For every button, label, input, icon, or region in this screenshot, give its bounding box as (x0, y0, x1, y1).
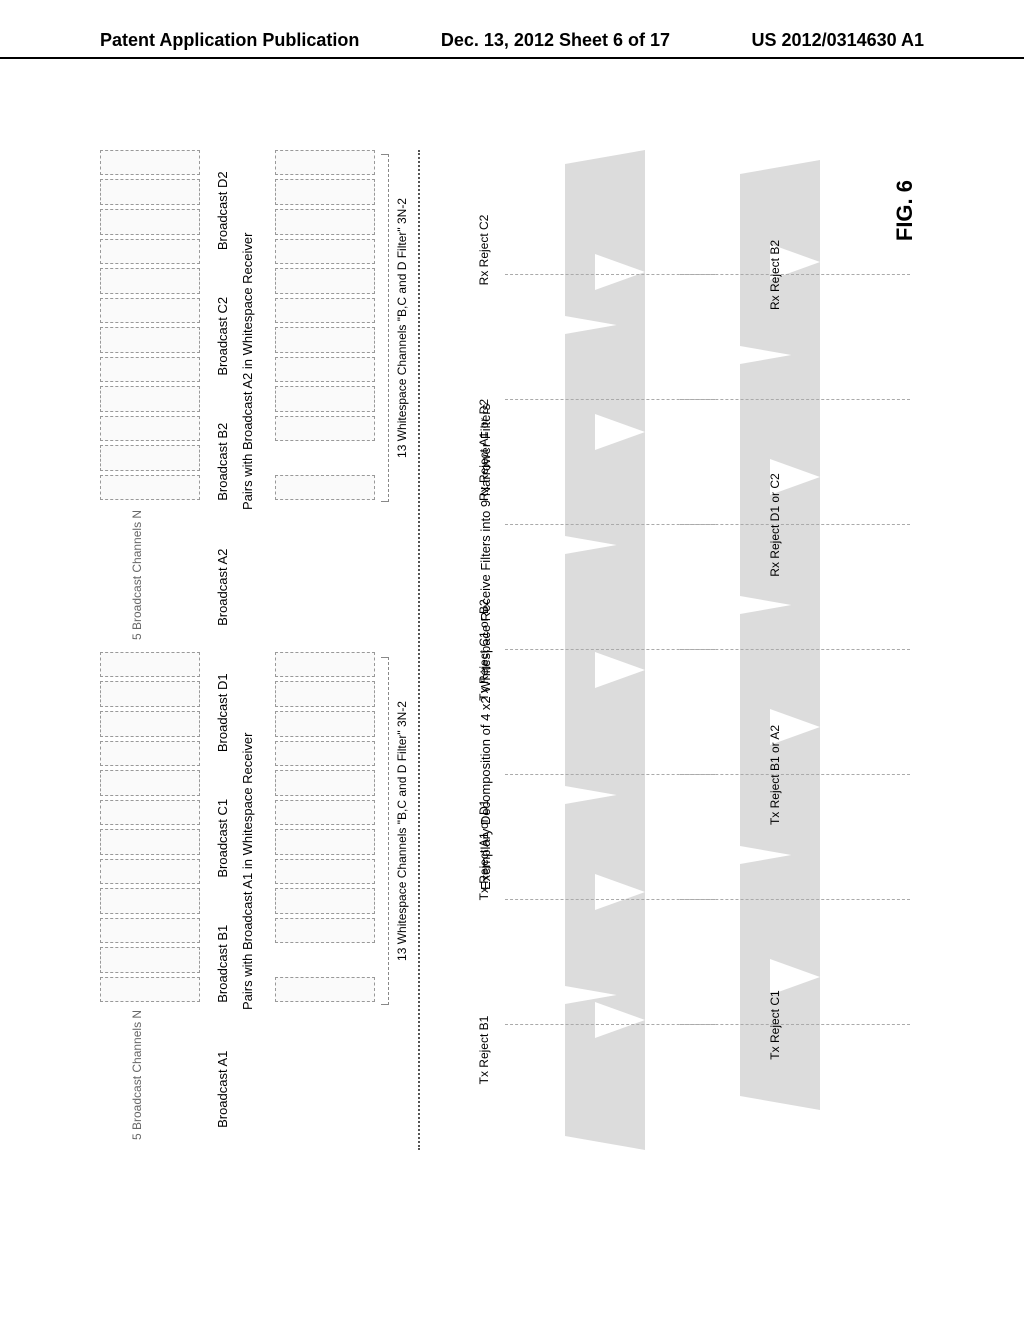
whitespace-channels-row: 13 Whitespace Channels "B,C and D Filter… (275, 150, 410, 1150)
filter-label-d1c2: Rx Reject D1 or C2 (768, 400, 782, 650)
broadcast-group-n-left: 5 Broadcast Channels N (130, 1010, 144, 1140)
channel-spectrum-row: 5 Broadcast Channels N 5 Broadcast Chann… (100, 150, 230, 1150)
filter-row-bottom: Tx Reject C1 Tx Reject B1 or A2 Rx Rejec… (680, 150, 910, 1150)
filter-label-c2: Rx Reject C2 (477, 150, 491, 350)
header-left: Patent Application Publication (100, 30, 359, 51)
broadcast-group-n-right: 5 Broadcast Channels N (130, 510, 144, 640)
broadcast-labels: Broadcast A1 Broadcast B1 Broadcast C1 B… (215, 150, 230, 1150)
filter-label-a1d1: Tx Reject A1 or D1 (477, 750, 491, 950)
filter-label-a1d2: Rx Reject A1 or D2 (477, 350, 491, 550)
filter-label-b1a2: Tx Reject B1 or A2 (768, 650, 782, 900)
bc-b2: Broadcast B2 (215, 401, 230, 523)
filter-label-b2: Rx Reject B2 (768, 150, 782, 400)
header-center: Dec. 13, 2012 Sheet 6 of 17 (441, 30, 670, 51)
pairs-right-caption: Pairs with Broadcast A2 in Whitespace Re… (240, 233, 255, 510)
bc-a2: Broadcast A2 (215, 527, 230, 649)
bc-c1: Broadcast C1 (215, 778, 230, 900)
ws-caption-left: 13 Whitespace Channels "B,C and D Filter… (395, 657, 409, 1005)
bc-a1: Broadcast A1 (215, 1029, 230, 1151)
pairs-left-caption: Pairs with Broadcast A1 in Whitespace Re… (240, 733, 255, 1010)
filter-label-tc1: Tx Reject C1 (768, 900, 782, 1150)
filter-label-b1: Tx Reject B1 (477, 950, 491, 1150)
ws-caption-right: 13 Whitespace Channels "B,C and D Filter… (395, 154, 409, 502)
bc-d1: Broadcast D1 (215, 652, 230, 774)
bc-d2: Broadcast D2 (215, 150, 230, 272)
header-right: US 2012/0314630 A1 (752, 30, 924, 51)
bc-b1: Broadcast B1 (215, 903, 230, 1025)
filter-label-c1b2: Tx Reject C1 or B2 (477, 550, 491, 750)
bc-c2: Broadcast C2 (215, 276, 230, 398)
figure-area: FIG. 6 5 Broadcast Channels N 5 Broadcas… (100, 150, 920, 1150)
